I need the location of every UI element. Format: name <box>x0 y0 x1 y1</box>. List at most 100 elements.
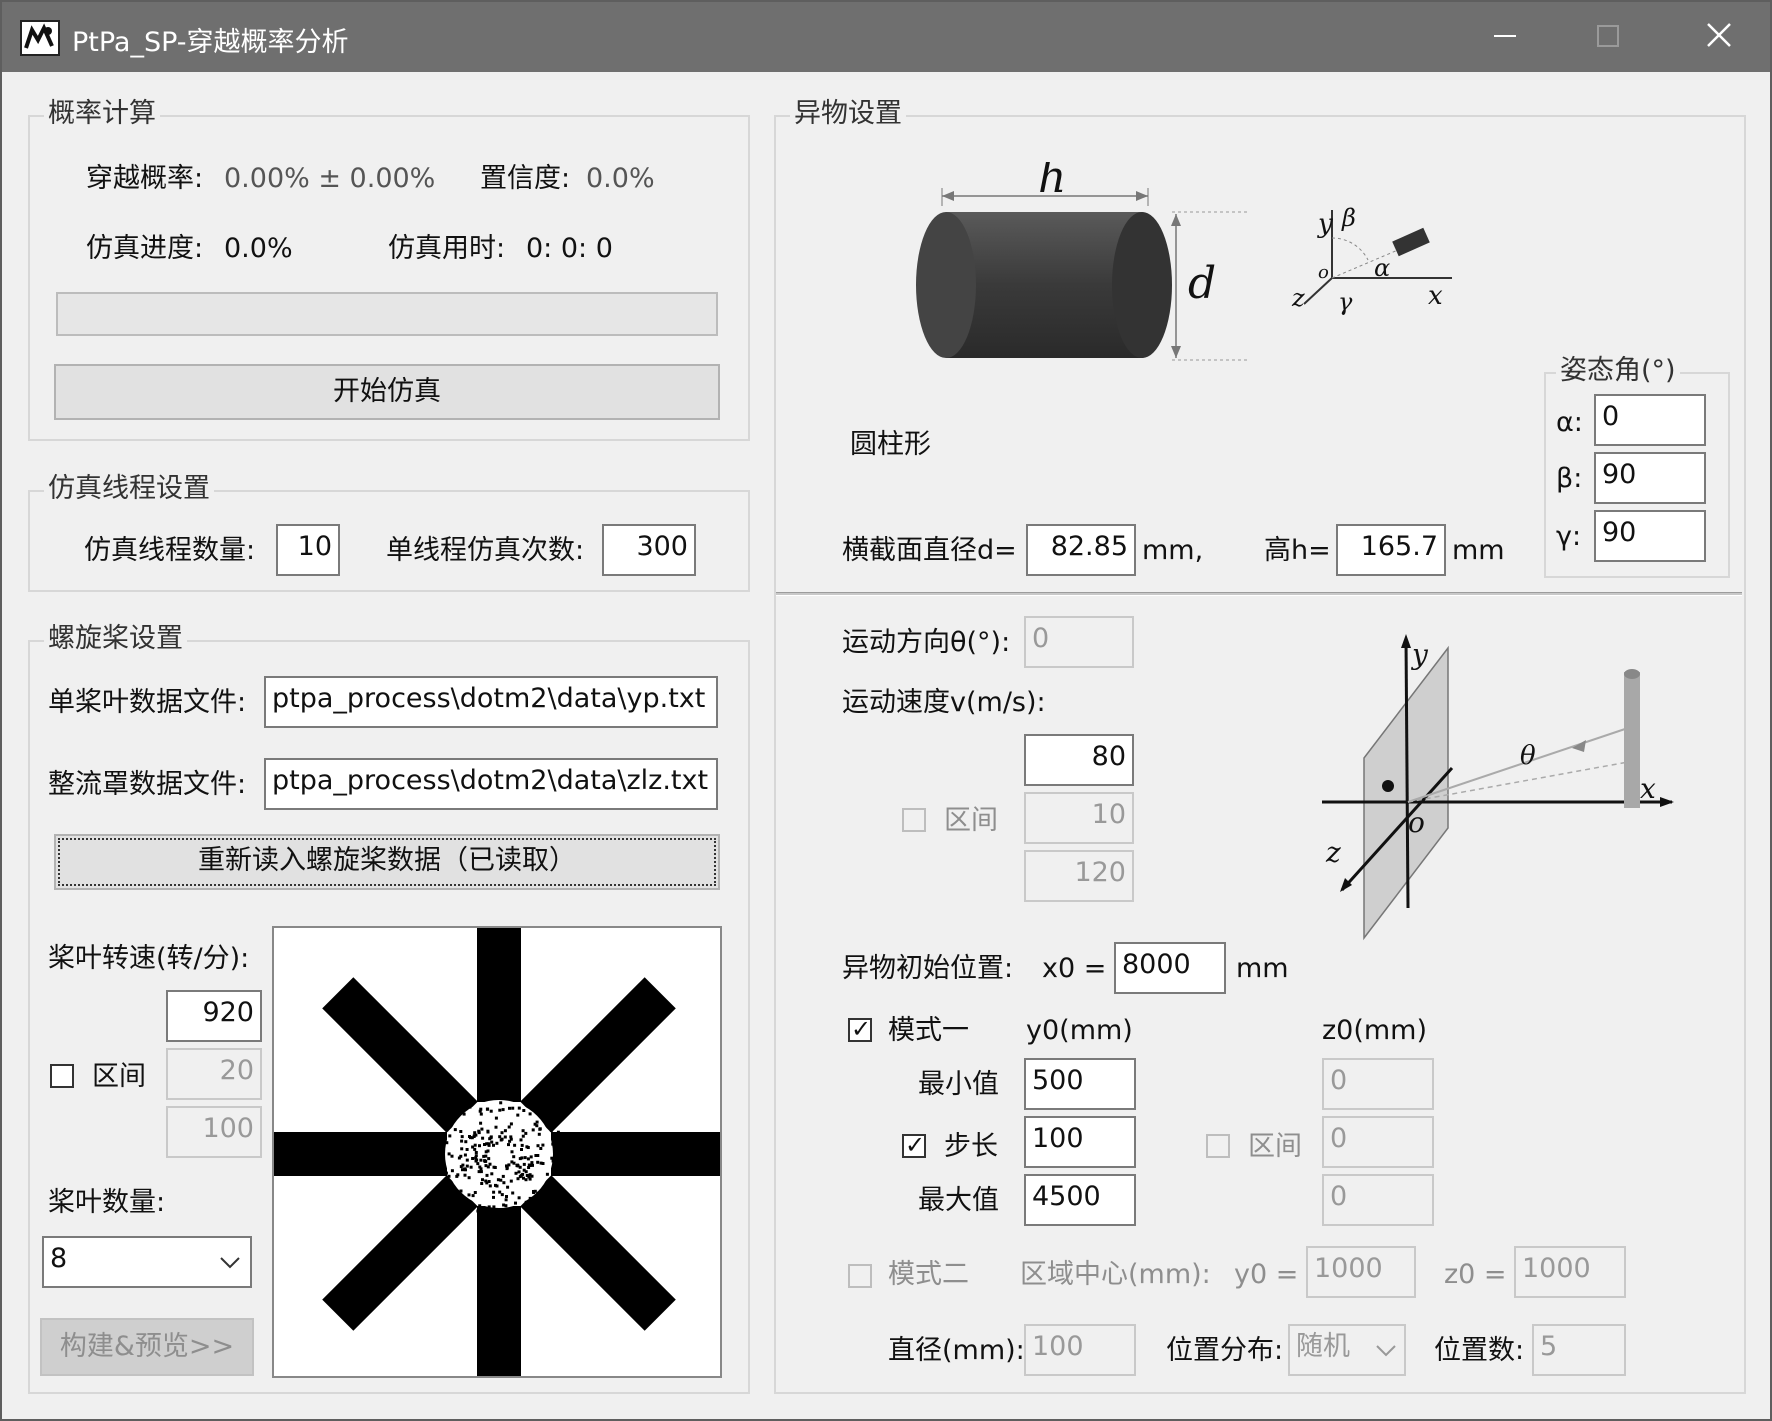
z0-range-checkbox[interactable] <box>1206 1134 1230 1158</box>
hub-dot <box>479 1121 483 1125</box>
x0-label: x0 = <box>1042 953 1107 984</box>
min-y0-input[interactable]: 500 <box>1024 1058 1136 1110</box>
hub-dot <box>514 1201 517 1205</box>
mode1-checkbox[interactable]: ✓ <box>848 1015 872 1043</box>
hub-dot <box>531 1128 535 1132</box>
hub-dot <box>441 1139 445 1143</box>
chevron-down-icon <box>220 1257 240 1269</box>
hub-dot <box>503 1135 507 1139</box>
mode2-y0-input[interactable]: 1000 <box>1306 1246 1416 1298</box>
hub-dot <box>507 1143 510 1147</box>
hub-dot <box>536 1160 540 1164</box>
motion-range-max-input[interactable]: 120 <box>1024 850 1134 902</box>
fairing-file-input[interactable]: ptpa_process\dotm2\data\zlz.txt <box>264 758 718 810</box>
progress-bar <box>56 292 718 336</box>
hub-dot <box>484 1150 488 1154</box>
hub-dot <box>520 1143 524 1147</box>
height-input[interactable]: 165.7 <box>1336 524 1446 576</box>
mode2-label: 模式二 <box>888 1259 969 1290</box>
hub-dot <box>551 1142 555 1146</box>
motion-speed-input[interactable]: 80 <box>1024 734 1134 786</box>
hub-dot <box>508 1106 511 1110</box>
region-diameter-input[interactable]: 100 <box>1024 1324 1136 1376</box>
hub-dot <box>492 1205 496 1209</box>
hub-dot <box>511 1106 515 1110</box>
hub-dot <box>474 1151 478 1154</box>
diagram-z-label: z <box>1325 836 1341 869</box>
hub-dot <box>498 1108 502 1112</box>
build-preview-button[interactable]: 构建&预览>> <box>40 1318 254 1376</box>
hub-dot <box>460 1147 464 1151</box>
hub-dot <box>501 1174 505 1178</box>
hub-dot <box>444 1171 448 1175</box>
hub-dot <box>492 1165 496 1169</box>
x0-input[interactable]: 8000 <box>1114 942 1226 994</box>
hub-dot <box>479 1112 483 1116</box>
hub-dot <box>459 1154 463 1158</box>
start-simulation-button[interactable]: 开始仿真 <box>54 364 720 420</box>
hub-dot <box>524 1200 528 1204</box>
runs-per-thread-input[interactable]: 300 <box>602 524 696 576</box>
maximize-button[interactable] <box>1556 2 1660 72</box>
hub-dot <box>485 1173 489 1177</box>
reload-propeller-button[interactable]: 重新读入螺旋桨数据（已读取） <box>54 834 720 890</box>
max-y0-input[interactable]: 4500 <box>1024 1174 1136 1226</box>
hub-dot <box>443 1168 447 1171</box>
distribution-select[interactable]: 随机 <box>1288 1324 1406 1376</box>
height-unit: mm <box>1452 535 1505 566</box>
alpha-input[interactable]: 0 <box>1594 394 1706 446</box>
step-z0-input[interactable]: 0 <box>1322 1116 1434 1168</box>
hub-dot <box>455 1174 459 1178</box>
motion-direction-input[interactable]: 0 <box>1024 616 1134 668</box>
hub-dot <box>467 1205 471 1209</box>
hub-dot <box>445 1141 449 1145</box>
blade-speed-input[interactable]: 920 <box>166 990 262 1042</box>
distribution-value: 随机 <box>1296 1331 1350 1362</box>
hub-dot <box>487 1180 491 1183</box>
thread-count-input[interactable]: 10 <box>276 524 340 576</box>
close-button[interactable] <box>1666 2 1770 72</box>
title-bar[interactable]: PtPa_SP-穿越概率分析 <box>2 2 1770 72</box>
step-y0-input[interactable]: 100 <box>1024 1116 1136 1168</box>
mode2-z0-input[interactable]: 1000 <box>1514 1246 1626 1298</box>
axis-gamma-label: γ <box>1338 288 1353 316</box>
motion-speed-label: 运动速度v(m/s): <box>842 687 1046 718</box>
hub-dot <box>539 1147 543 1150</box>
hub-dot <box>533 1122 537 1126</box>
hub-dot <box>500 1137 504 1141</box>
speed-range-checkbox[interactable] <box>50 1064 74 1088</box>
hub-dot <box>473 1147 477 1151</box>
close-icon <box>1707 23 1731 47</box>
hub-dot <box>485 1142 489 1146</box>
speed-range-step-input[interactable]: 20 <box>166 1048 262 1100</box>
speed-range-max-input[interactable]: 100 <box>166 1106 262 1158</box>
hub-dot <box>447 1174 451 1178</box>
min-z0-input[interactable]: 0 <box>1322 1058 1434 1110</box>
hub-dot <box>459 1189 463 1193</box>
blade-file-input[interactable]: ptpa_process\dotm2\data\yp.txt <box>264 676 718 728</box>
diameter-label: 横截面直径d= <box>842 535 1017 566</box>
blade-count-select[interactable]: 8 <box>42 1236 252 1288</box>
position-count-input[interactable]: 5 <box>1532 1324 1626 1376</box>
gamma-input[interactable]: 90 <box>1594 510 1706 562</box>
hub-dot <box>511 1191 515 1195</box>
diameter-input[interactable]: 82.85 <box>1026 524 1136 576</box>
hub-dot <box>556 1142 560 1146</box>
minimize-button[interactable] <box>1452 2 1556 72</box>
hub-dot <box>507 1163 511 1167</box>
chevron-down-icon <box>1376 1345 1396 1357</box>
beta-input[interactable]: 90 <box>1594 452 1706 504</box>
minimize-icon <box>1494 35 1516 37</box>
cross-probability-value: 0.00% ± 0.00% <box>224 163 436 194</box>
mode2-checkbox[interactable] <box>848 1264 872 1288</box>
hub-dot <box>447 1152 451 1156</box>
blade-file-label: 单桨叶数据文件: <box>48 687 247 718</box>
hub-dot <box>500 1131 504 1135</box>
step-checkbox[interactable]: ✓ <box>902 1131 926 1159</box>
hub-dot <box>518 1165 522 1169</box>
motion-range-checkbox[interactable] <box>902 808 926 832</box>
max-z0-input[interactable]: 0 <box>1322 1174 1434 1226</box>
blade-count-label: 桨叶数量: <box>48 1187 166 1218</box>
motion-range-step-input[interactable]: 10 <box>1024 792 1134 844</box>
maximize-icon <box>1597 25 1619 47</box>
